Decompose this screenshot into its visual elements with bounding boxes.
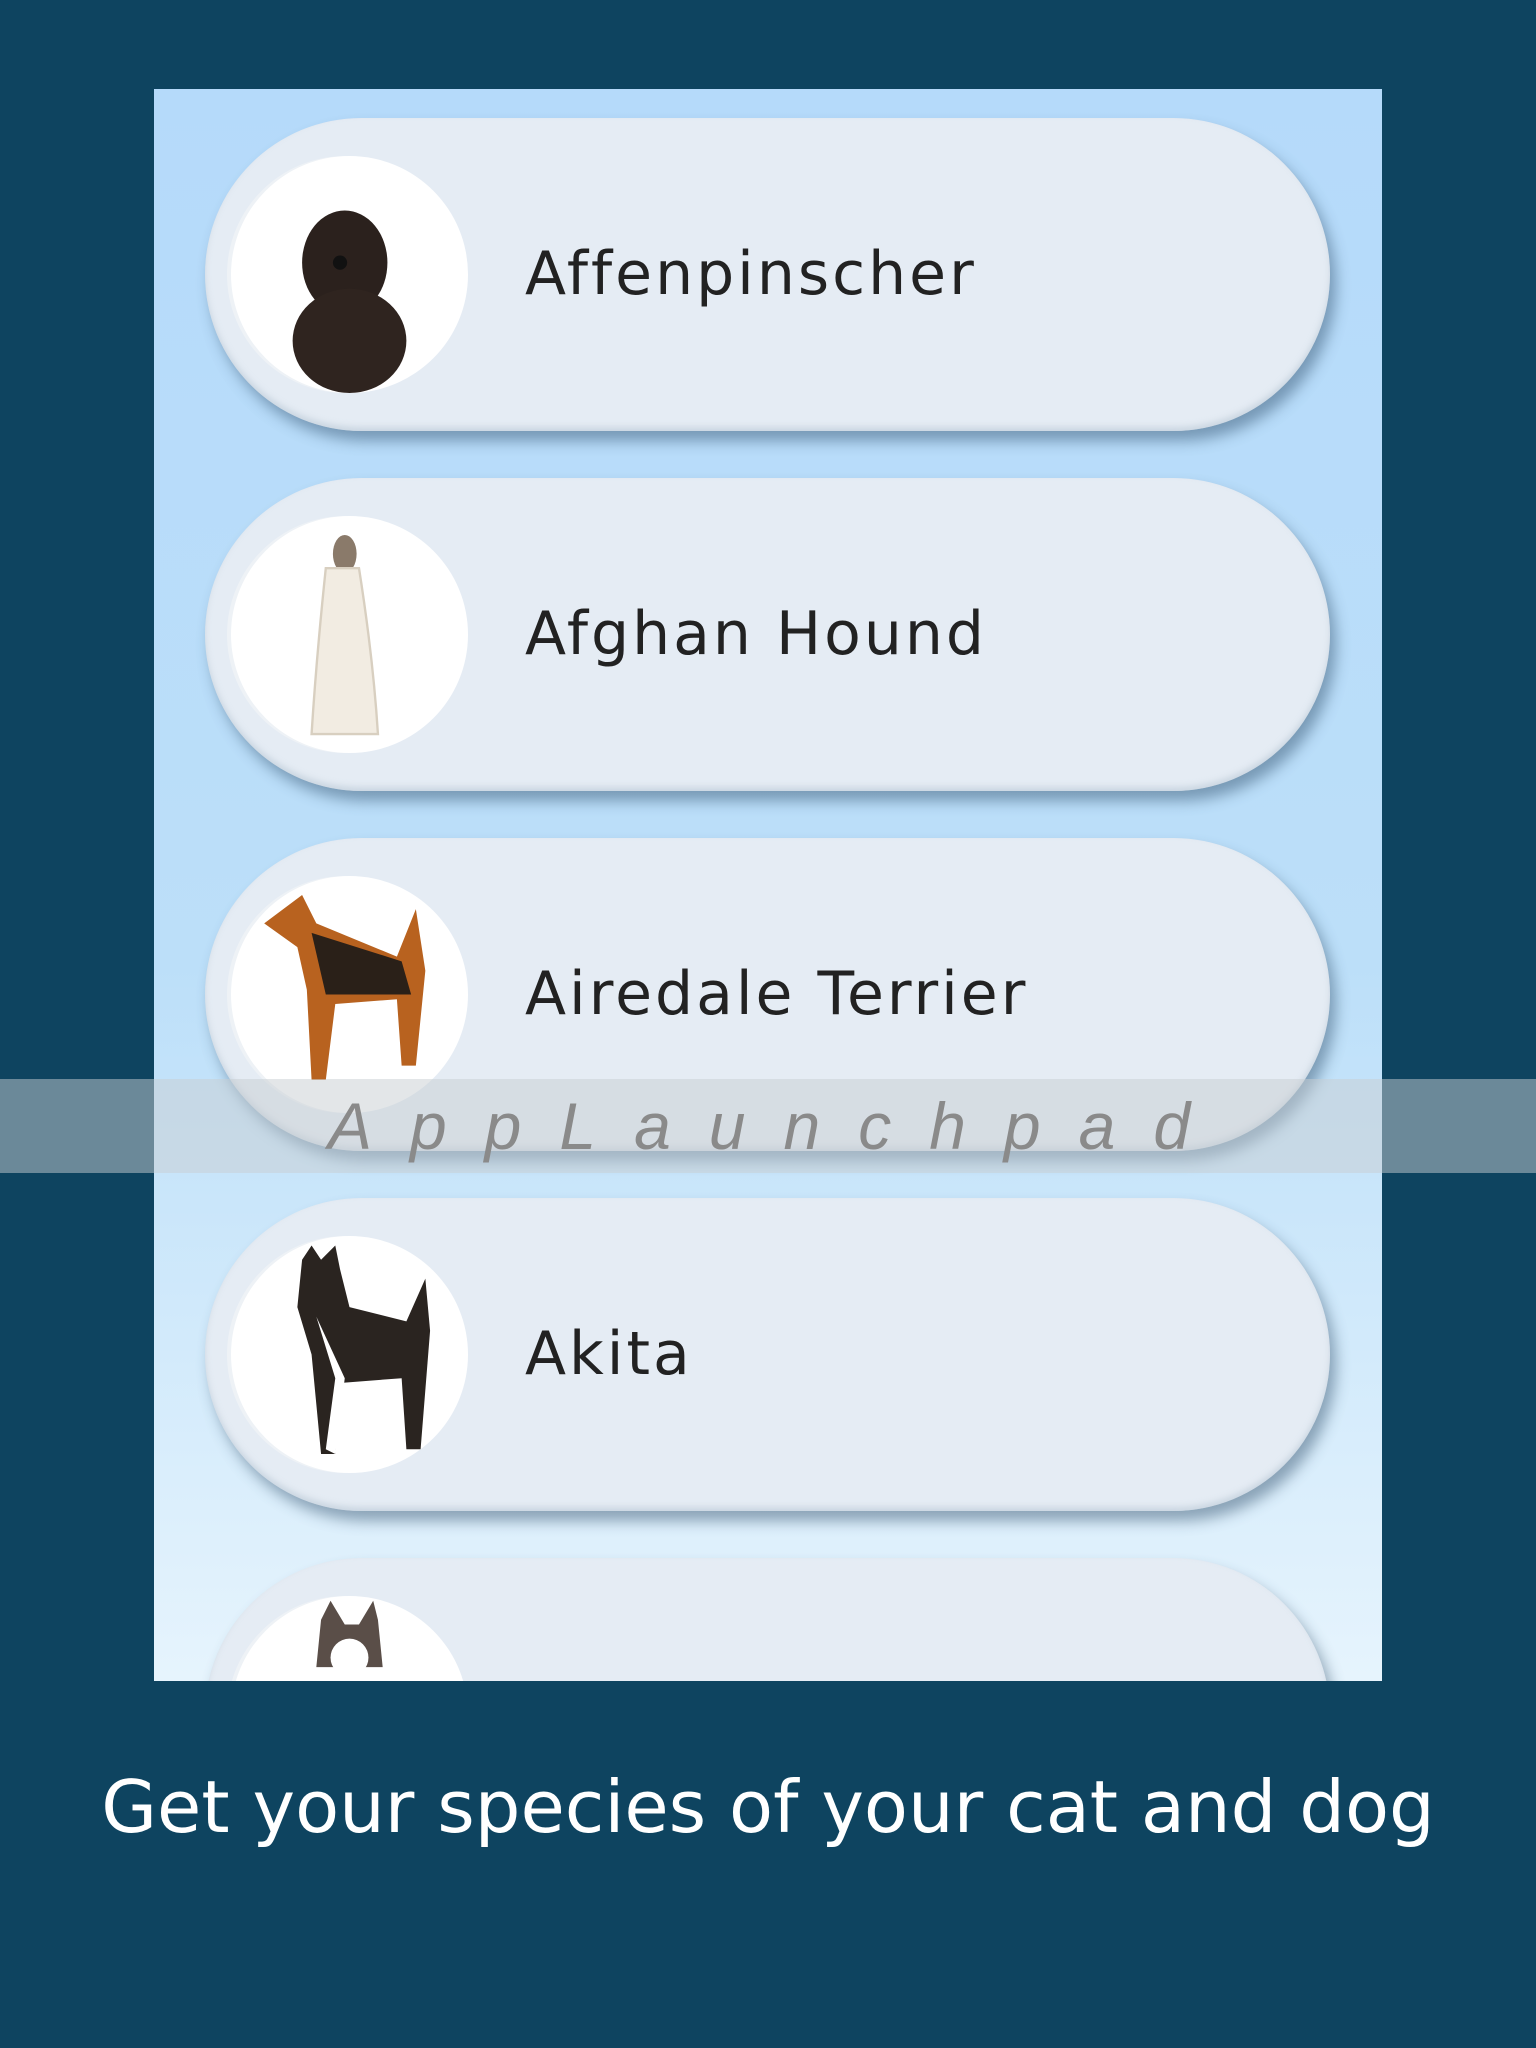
breed-item-afghan-hound[interactable]: Afghan Hound [205, 478, 1330, 791]
breed-item-partial[interactable] [205, 1558, 1330, 1681]
airedale-terrier-photo-icon [231, 876, 468, 1113]
breed-list-panel[interactable]: Affenpinscher Afghan Hound Airedale Terr… [154, 89, 1382, 1681]
breed-item-akita[interactable]: Akita [205, 1198, 1330, 1511]
akita-photo-icon [231, 1236, 468, 1473]
promo-caption: Get your species of your cat and dog [101, 1765, 1435, 1849]
breed-item-affenpinscher[interactable]: Affenpinscher [205, 118, 1330, 431]
watermark-text: AppLaunchpad [327, 1089, 1229, 1163]
afghan-hound-photo-icon [231, 516, 468, 753]
breed-name: Akita [525, 1319, 693, 1389]
breed-name: Affenpinscher [525, 239, 977, 309]
husky-photo-icon [231, 1596, 468, 1681]
affenpinscher-photo-icon [231, 156, 468, 393]
breed-name: Afghan Hound [525, 599, 987, 669]
